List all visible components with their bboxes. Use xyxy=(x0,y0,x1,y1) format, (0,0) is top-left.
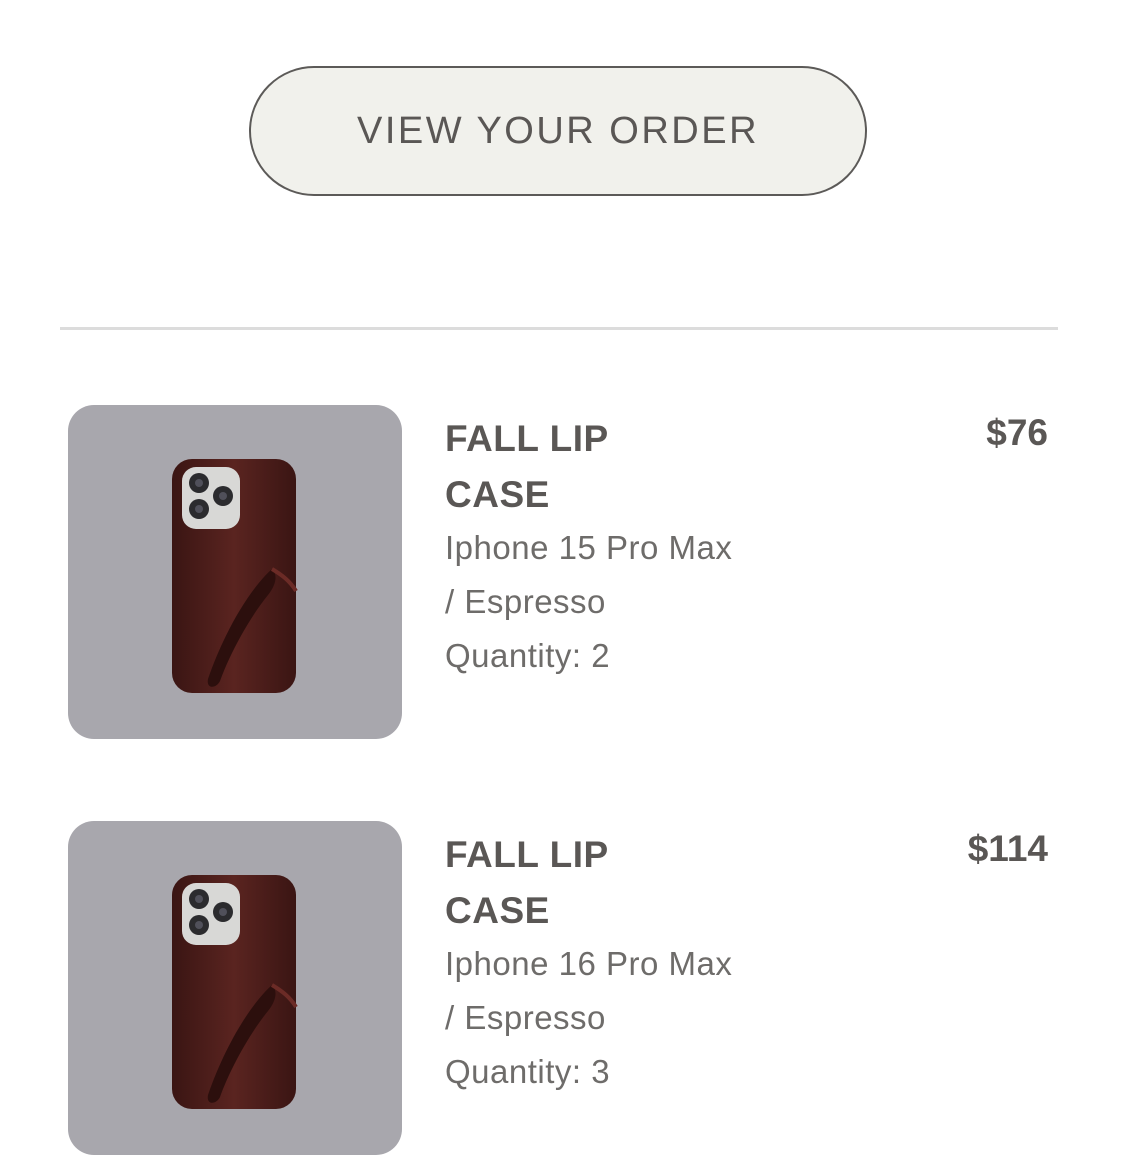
product-quantity: Quantity: 2 xyxy=(445,637,611,674)
espresso-phone-case-image xyxy=(172,459,298,693)
product-variant: Iphone 15 Pro Max / Espresso xyxy=(445,529,733,620)
product-image[interactable] xyxy=(68,405,402,739)
divider xyxy=(60,327,1058,330)
product-price: $76 xyxy=(986,412,1048,453)
product-title: FALL LIP CASE xyxy=(445,418,608,515)
espresso-phone-case-image xyxy=(172,875,298,1109)
product-image[interactable] xyxy=(68,821,402,1155)
product-quantity: Quantity: 3 xyxy=(445,1053,611,1090)
product-variant: Iphone 16 Pro Max / Espresso xyxy=(445,945,733,1036)
product-price: $114 xyxy=(967,828,1048,869)
product-title: FALL LIP CASE xyxy=(445,834,608,931)
view-order-button[interactable]: VIEW YOUR ORDER xyxy=(249,66,867,196)
